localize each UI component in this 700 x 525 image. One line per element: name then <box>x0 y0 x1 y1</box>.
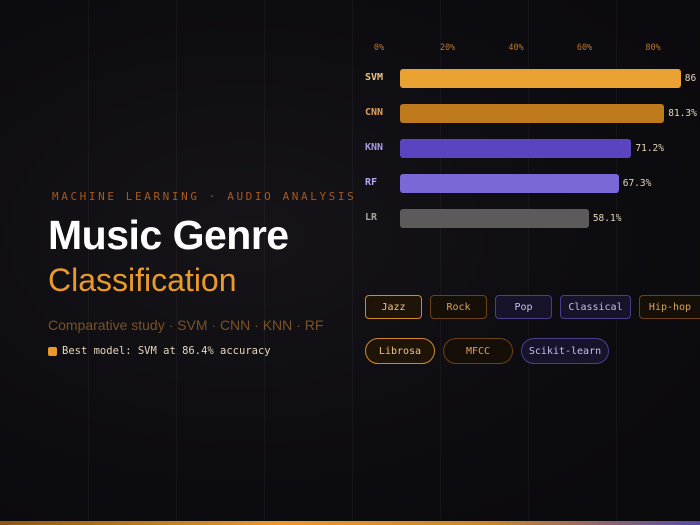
best-model-note: Best model: SVM at 86.4% accuracy <box>48 345 271 357</box>
x-axis-ticks: 0% 20% 40% 60% 80% <box>0 43 700 57</box>
study-description: Comparative study · SVM · CNN · KNN · RF <box>48 317 324 333</box>
bar-category-label: SVM <box>365 72 384 83</box>
bar-category-label: RF <box>365 177 378 188</box>
tool-chip-scikit-learn[interactable]: Scikit-learn <box>521 338 609 364</box>
bar-value-label: 81.3% <box>668 108 697 119</box>
bar <box>400 139 632 158</box>
genre-chip-hiphop[interactable]: Hip-hop <box>639 295 700 319</box>
tick-label: 0% <box>373 43 385 53</box>
bar <box>400 174 619 193</box>
tool-chip-librosa[interactable]: Librosa <box>365 338 435 364</box>
bar <box>400 209 589 228</box>
genre-chip-classical[interactable]: Classical <box>560 295 631 319</box>
tick-label: 60% <box>576 43 593 53</box>
tick-label: 80% <box>645 43 661 53</box>
bar-row: KNN 71.2% <box>0 139 700 159</box>
bar-row: RF 67.3% <box>0 174 700 194</box>
bar-value-label: 67.3% <box>622 178 652 189</box>
bar-row: LR 58.1% <box>0 209 700 229</box>
bar <box>400 69 681 88</box>
page-subtitle: Classification <box>48 262 237 298</box>
genre-chip-pop[interactable]: Pop <box>495 295 552 319</box>
bar-category-label: LR <box>365 212 378 223</box>
bar <box>400 104 665 123</box>
bar-category-label: KNN <box>365 142 384 153</box>
bar-row: CNN 81.3% <box>0 104 700 124</box>
bar-row: SVM 86 <box>0 69 700 89</box>
genre-chip-rock[interactable]: Rock <box>430 295 487 319</box>
tick-label: 20% <box>439 43 456 53</box>
bar-category-label: CNN <box>365 107 384 118</box>
square-bullet-icon <box>48 346 57 356</box>
tool-chip-mfcc[interactable]: MFCC <box>443 338 513 364</box>
tick-label: 40% <box>508 43 524 53</box>
genre-chip-jazz[interactable]: Jazz <box>365 295 422 319</box>
bar-value-label: 71.2% <box>635 143 664 154</box>
best-model-text: Best model: SVM at 86.4% accuracy <box>62 345 271 357</box>
bottom-accent-bar <box>0 521 700 525</box>
bar-value-label: 86 <box>684 73 697 84</box>
bar-value-label: 58.1% <box>592 213 622 224</box>
